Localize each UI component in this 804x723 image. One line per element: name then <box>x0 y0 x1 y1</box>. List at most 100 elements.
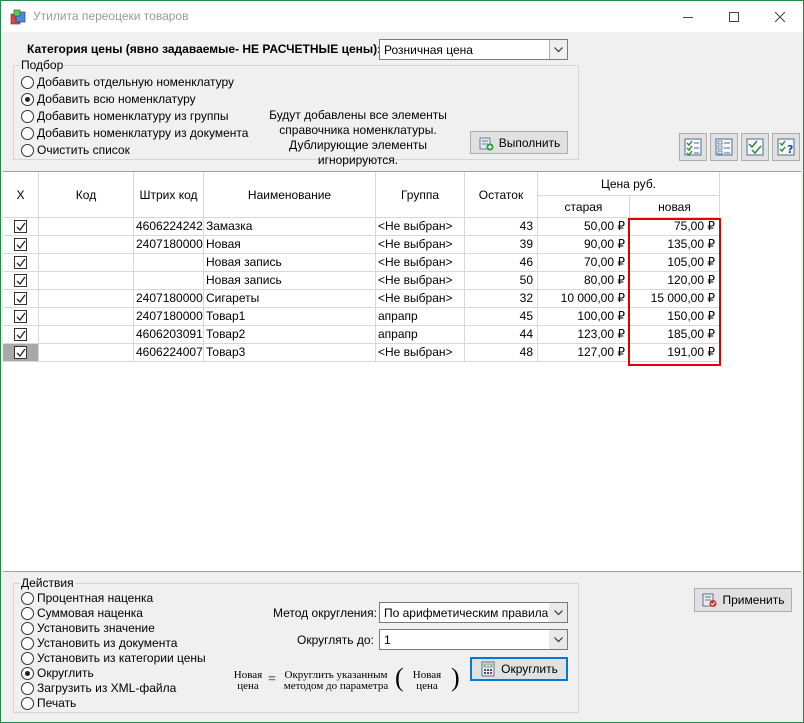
cell-group[interactable]: <Не выбран> <box>376 236 465 254</box>
row-select-cell[interactable] <box>3 254 39 272</box>
table-row[interactable]: 46062242420 Замазка <Не выбран> 43 50,00 ₽75… <box>3 218 720 236</box>
cell-barcode[interactable]: 24071800004 <box>134 308 204 326</box>
radio-button[interactable] <box>21 606 34 620</box>
cell-stock[interactable]: 32 <box>465 290 538 308</box>
action-option-8[interactable]: Печать <box>21 696 76 710</box>
row-select-cell[interactable] <box>3 326 39 344</box>
cell-old[interactable]: 50,00 ₽ <box>538 218 630 236</box>
cell-barcode[interactable]: 24071800003 <box>134 236 204 254</box>
radio-button[interactable] <box>21 109 34 123</box>
cell-name[interactable]: Новая <box>204 236 376 254</box>
action-option-6[interactable]: Округлить <box>21 666 94 680</box>
minimize-button[interactable] <box>665 1 711 32</box>
row-checkbox[interactable] <box>14 220 27 233</box>
cell-stock[interactable]: 45 <box>465 308 538 326</box>
cell-name[interactable]: Товар3 <box>204 344 376 362</box>
cell-code[interactable] <box>39 344 134 362</box>
cell-name[interactable]: Товар1 <box>204 308 376 326</box>
radio-button[interactable] <box>21 666 34 680</box>
radio-button[interactable] <box>21 681 34 695</box>
column-header-barcode[interactable]: Штрих код <box>134 172 204 218</box>
table-row[interactable]: 24071800005 Сигареты <Не выбран> 32 10 000,0… <box>3 290 720 308</box>
execute-button[interactable]: Выполнить <box>470 131 568 154</box>
column-header-x[interactable]: X <box>3 172 39 218</box>
table-row[interactable]: 46062030917 Товар2 апрапр 44 123,00 ₽185,00 … <box>3 326 720 344</box>
cell-barcode[interactable]: 46062030917 <box>134 326 204 344</box>
table-row[interactable]: Новая запись <Не выбран> 46 70,00 ₽105,00 ₽ <box>3 254 720 272</box>
cell-name[interactable]: Товар2 <box>204 326 376 344</box>
cell-old[interactable]: 80,00 ₽ <box>538 272 630 290</box>
cell-code[interactable] <box>39 308 134 326</box>
cell-code[interactable] <box>39 218 134 236</box>
action-option-4[interactable]: Установить из документа <box>21 636 177 650</box>
row-checkbox[interactable] <box>14 310 27 323</box>
round-to-select[interactable]: 1 <box>379 629 568 650</box>
row-checkbox[interactable] <box>14 346 27 359</box>
apply-button[interactable]: Применить <box>694 588 792 612</box>
selection-option-4[interactable]: Добавить номенклатуру из документа <box>21 126 248 140</box>
cell-name[interactable]: Сигареты <box>204 290 376 308</box>
cell-stock[interactable]: 50 <box>465 272 538 290</box>
action-option-2[interactable]: Суммовая наценка <box>21 606 143 620</box>
cell-old[interactable]: 100,00 ₽ <box>538 308 630 326</box>
cell-code[interactable] <box>39 236 134 254</box>
radio-button[interactable] <box>21 621 34 635</box>
cell-barcode[interactable] <box>134 272 204 290</box>
price-category-select[interactable]: Розничная цена <box>379 39 568 60</box>
maximize-button[interactable] <box>711 1 757 32</box>
cell-name[interactable]: Новая запись <box>204 272 376 290</box>
uncheck-all-button[interactable] <box>710 133 738 161</box>
column-header-code[interactable]: Код <box>39 172 134 218</box>
radio-button[interactable] <box>21 636 34 650</box>
row-select-cell[interactable] <box>3 236 39 254</box>
cell-group[interactable]: <Не выбран> <box>376 218 465 236</box>
cell-group[interactable]: <Не выбран> <box>376 290 465 308</box>
action-option-7[interactable]: Загрузить из XML-файла <box>21 681 176 695</box>
radio-button[interactable] <box>21 143 34 157</box>
column-header-stock[interactable]: Остаток <box>465 172 538 218</box>
cell-stock[interactable]: 48 <box>465 344 538 362</box>
cell-stock[interactable]: 44 <box>465 326 538 344</box>
cell-barcode[interactable]: 46062240070 <box>134 344 204 362</box>
action-option-5[interactable]: Установить из категории цены <box>21 651 206 665</box>
row-select-cell[interactable] <box>3 344 39 362</box>
selection-option-5[interactable]: Очистить список <box>21 143 130 157</box>
cell-name[interactable]: Замазка <box>204 218 376 236</box>
radio-button[interactable] <box>21 126 34 140</box>
row-select-cell[interactable] <box>3 272 39 290</box>
cell-stock[interactable]: 43 <box>465 218 538 236</box>
cell-code[interactable] <box>39 290 134 308</box>
row-checkbox[interactable] <box>14 256 27 269</box>
cell-stock[interactable]: 39 <box>465 236 538 254</box>
radio-button[interactable] <box>21 696 34 710</box>
table-row[interactable]: 46062240070 Товар3 <Не выбран> 48 127,00 ₽19… <box>3 344 720 362</box>
check-all-button[interactable] <box>679 133 707 161</box>
column-header-group[interactable]: Группа <box>376 172 465 218</box>
row-select-cell[interactable] <box>3 290 39 308</box>
cell-code[interactable] <box>39 254 134 272</box>
cell-barcode[interactable] <box>134 254 204 272</box>
cell-group[interactable]: <Не выбран> <box>376 344 465 362</box>
table-row[interactable]: 24071800004 Товар1 апрапр 45 100,00 ₽150,00 … <box>3 308 720 326</box>
cell-group[interactable]: апрапр <box>376 308 465 326</box>
cell-code[interactable] <box>39 326 134 344</box>
cell-group[interactable]: <Не выбран> <box>376 254 465 272</box>
selection-option-1[interactable]: Добавить отдельную номенклатуру <box>21 75 234 89</box>
selection-option-2[interactable]: Добавить всю номенклатуру <box>21 92 196 106</box>
column-header-name[interactable]: Наименование <box>204 172 376 218</box>
selection-option-3[interactable]: Добавить номенклатуру из группы <box>21 109 228 123</box>
close-button[interactable] <box>757 1 803 32</box>
cell-group[interactable]: <Не выбран> <box>376 272 465 290</box>
column-header-new-price[interactable]: новая <box>630 196 720 218</box>
row-checkbox[interactable] <box>14 274 27 287</box>
action-option-3[interactable]: Установить значение <box>21 621 155 635</box>
table-row[interactable]: 24071800003 Новая <Не выбран> 39 90,00 ₽135,… <box>3 236 720 254</box>
radio-button[interactable] <box>21 92 34 106</box>
cell-stock[interactable]: 46 <box>465 254 538 272</box>
items-grid[interactable]: X Код Штрих код Наименование Группа Оста… <box>3 171 801 572</box>
cell-barcode[interactable]: 24071800005 <box>134 290 204 308</box>
radio-button[interactable] <box>21 75 34 89</box>
row-select-cell[interactable] <box>3 308 39 326</box>
cell-code[interactable] <box>39 272 134 290</box>
cell-old[interactable]: 90,00 ₽ <box>538 236 630 254</box>
